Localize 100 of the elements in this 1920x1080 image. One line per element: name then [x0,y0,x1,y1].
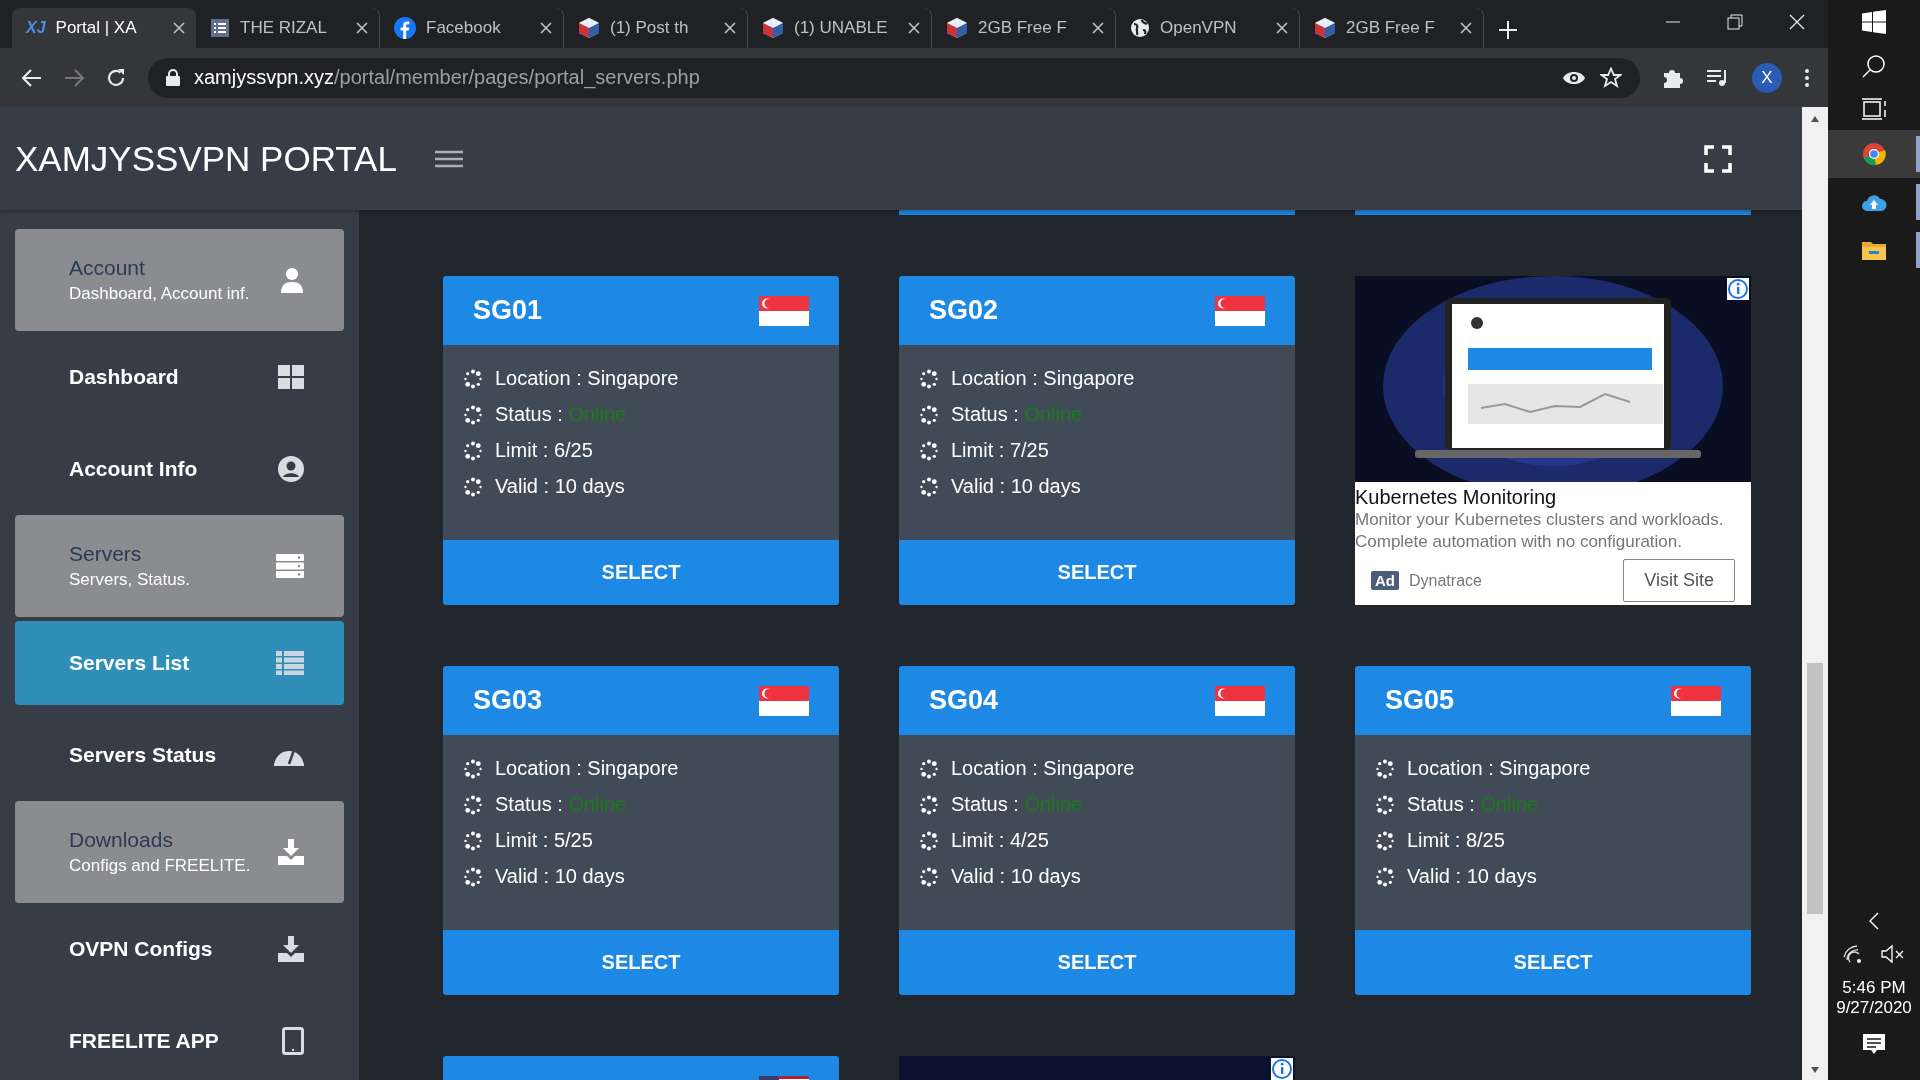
chevron-left-icon[interactable] [1869,912,1879,930]
valid-text: Valid : 10 days [495,475,625,498]
section-subtitle: Servers, Status. [69,570,191,590]
reload-icon[interactable] [106,67,126,88]
profile-avatar[interactable]: X [1752,62,1782,93]
limit-text: Limit : 5/25 [495,829,593,852]
spinner-icon [919,440,939,461]
globe-icon [1130,18,1150,38]
flag-icon [759,295,809,326]
status-text: Status : Online [495,793,627,816]
forward-icon[interactable] [64,68,84,87]
sidebar-item[interactable]: Servers Status [15,709,344,801]
eye-icon[interactable] [1562,69,1586,86]
chrome-icon [1862,142,1886,166]
server-name: SG05 [1385,685,1455,716]
spinner-icon [919,758,939,779]
spinner-icon [919,830,939,851]
spinner-icon [463,440,483,461]
plus-icon[interactable] [1498,20,1518,40]
status-text: Status : Online [495,403,627,426]
star-icon[interactable] [1600,66,1622,89]
search-icon[interactable] [1862,54,1886,78]
sidebar-item[interactable]: FREELITE APP [15,995,344,1080]
close-icon[interactable] [539,21,553,35]
sidebar-item[interactable]: Dashboard [15,331,344,423]
select-button[interactable]: SELECT [443,540,839,605]
clock-date[interactable]: 9/27/2020 [1836,998,1912,1018]
valid-text: Valid : 10 days [951,865,1081,888]
muted-speaker-icon[interactable] [1881,944,1905,964]
advertiser-name: Dynatrace [1409,571,1483,590]
server-name: SG01 [473,295,543,326]
folder-icon [1862,240,1886,260]
scroll-down-icon[interactable] [1810,1066,1820,1074]
clock-time[interactable]: 5:46 PM [1836,978,1912,998]
spinner-icon [463,866,483,887]
spinner-icon [463,830,483,851]
valid-text: Valid : 10 days [495,865,625,888]
cloud-icon [1861,192,1887,212]
close-icon[interactable] [355,21,369,35]
sidebar-item[interactable]: Servers List [15,621,344,705]
download-icon [278,936,304,962]
server-icon [276,554,304,578]
section-title: Servers [69,542,143,566]
ad-title[interactable]: Kubernetes Monitoring [1355,482,1751,509]
select-button[interactable]: SELECT [899,930,1295,995]
server-name: SG03 [473,685,543,716]
valid-text: Valid : 10 days [951,475,1081,498]
status-text: Status : Online [951,403,1083,426]
lock-icon [166,69,180,86]
close-icon[interactable] [1275,21,1289,35]
windows-logo[interactable] [1862,10,1886,34]
info-icon[interactable] [1271,1058,1293,1080]
close-icon[interactable] [172,21,186,35]
status-text: Status : Online [951,793,1083,816]
cube-icon [946,17,968,39]
close-icon[interactable] [1091,21,1105,35]
close-icon[interactable] [907,21,921,35]
spinner-icon [919,794,939,815]
visit-site-button[interactable]: Visit Site [1623,559,1735,602]
sidebar-item[interactable]: OVPN Configs [15,903,344,995]
scrollbar-thumb[interactable] [1807,663,1823,914]
flag-icon [1671,685,1721,716]
spinner-icon [463,476,483,497]
sidebar-item[interactable]: Account Info [15,423,344,515]
menu-icon[interactable] [1804,67,1810,88]
spinner-icon [463,404,483,425]
server-name: SG02 [929,295,999,326]
task-view-icon[interactable] [1861,98,1887,120]
spinner-icon [919,866,939,887]
location-text: Location : Singapore [951,367,1135,390]
location-text: Location : Singapore [1407,757,1591,780]
select-button[interactable]: SELECT [443,930,839,995]
section-subtitle: Dashboard, Account inf. [69,284,251,304]
status-text: Status : Online [1407,793,1539,816]
spinner-icon [1375,830,1395,851]
spinner-icon [1375,866,1395,887]
location-text: Location : Singapore [951,757,1135,780]
info-icon[interactable] [1727,278,1749,300]
limit-text: Limit : 8/25 [1407,829,1505,852]
server-name: SG04 [929,685,999,716]
browser-tab[interactable]: XJ Portal | XA [12,8,196,48]
menu-icon[interactable] [435,149,463,168]
close-icon[interactable] [723,21,737,35]
fullscreen-icon[interactable] [1704,144,1732,173]
taskbar-app[interactable] [1828,130,1920,178]
spinner-icon [919,404,939,425]
download-icon [278,839,304,865]
section-title: Account [69,256,146,280]
user-icon [280,267,304,293]
section-subtitle: Configs and FREELITE. [69,856,252,876]
limit-text: Limit : 6/25 [495,439,593,462]
back-icon[interactable] [22,68,42,87]
close-icon[interactable] [1459,21,1473,35]
select-button[interactable]: SELECT [899,540,1295,605]
spinner-icon [919,476,939,497]
scroll-up-icon[interactable] [1810,115,1820,123]
select-button[interactable]: SELECT [1355,930,1751,995]
notification-icon[interactable] [1862,1032,1886,1056]
grid-icon [278,365,304,389]
spinner-icon [463,794,483,815]
